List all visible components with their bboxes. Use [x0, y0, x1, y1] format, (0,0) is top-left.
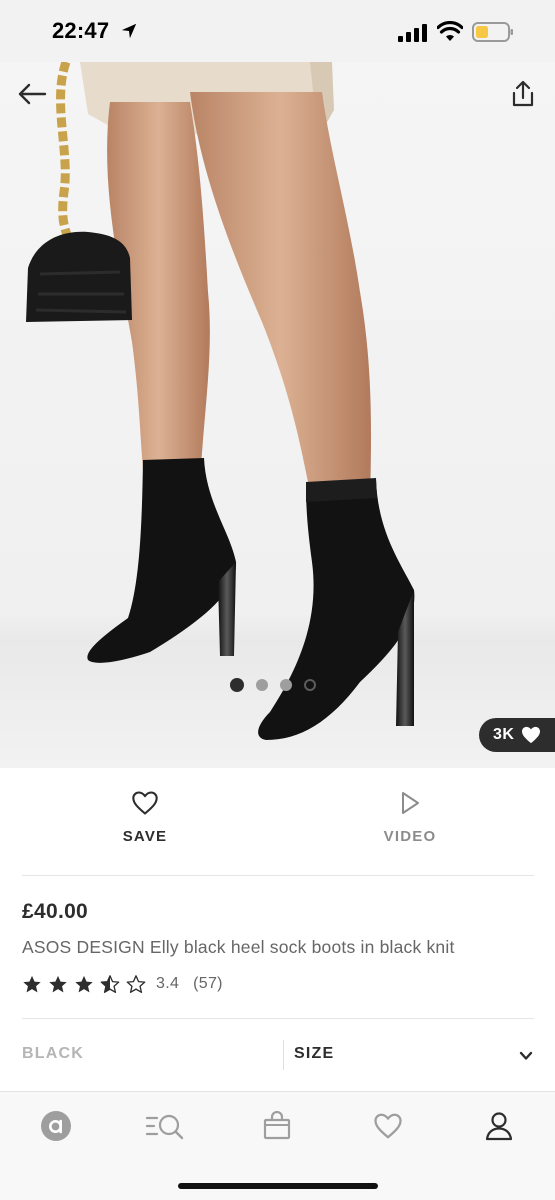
wifi-icon [437, 21, 463, 41]
product-photo [0, 62, 555, 768]
product-rating[interactable]: 3.4 (57) [22, 972, 223, 996]
search-icon [145, 1114, 184, 1140]
gallery-pagination [230, 678, 316, 692]
like-count: 3K [493, 726, 515, 743]
account-icon [485, 1112, 513, 1141]
star-half-icon [100, 974, 120, 993]
heart-outline-icon [132, 791, 158, 815]
share-button[interactable] [505, 76, 541, 112]
tab-account[interactable] [479, 1108, 519, 1144]
product-actions: SAVE VIDEO [0, 768, 555, 876]
rating-count: (57) [193, 975, 223, 992]
tab-bag[interactable] [257, 1108, 297, 1144]
tab-home[interactable] [36, 1108, 76, 1144]
product-image-gallery[interactable]: 3K [0, 62, 555, 768]
gallery-dot[interactable] [230, 678, 244, 692]
status-time: 22:47 [52, 18, 110, 43]
home-icon [41, 1111, 71, 1141]
back-arrow-icon [18, 83, 47, 105]
status-bar: 22:47 [0, 0, 555, 62]
tab-saved[interactable] [368, 1108, 408, 1144]
bag-icon [263, 1111, 291, 1140]
colour-value: BLACK [22, 1045, 84, 1062]
product-price: £40.00 [22, 900, 89, 923]
back-button[interactable] [14, 76, 50, 112]
size-dropdown[interactable]: SIZE [294, 1035, 534, 1077]
star-full-icon [49, 975, 67, 992]
battery-icon [472, 22, 513, 42]
product-title: ASOS DESIGN Elly black heel sock boots i… [22, 937, 455, 957]
gallery-dot-video[interactable] [304, 679, 316, 691]
play-outline-icon [402, 792, 419, 814]
like-count-badge[interactable]: 3K [479, 718, 555, 752]
video-label: VIDEO [383, 828, 437, 845]
saved-icon [374, 1113, 402, 1139]
location-arrow-icon [121, 23, 137, 39]
divider [283, 1040, 284, 1070]
home-indicator [178, 1183, 378, 1189]
divider [22, 875, 534, 876]
size-label: SIZE [294, 1045, 335, 1062]
save-label: SAVE [122, 828, 168, 845]
cellular-signal-icon [398, 24, 427, 42]
share-icon [512, 80, 534, 107]
heart-icon [522, 726, 541, 744]
rating-value: 3.4 [156, 975, 180, 992]
save-button[interactable]: SAVE [85, 790, 205, 845]
video-button[interactable]: VIDEO [350, 790, 470, 845]
gallery-dot[interactable] [280, 679, 292, 691]
tab-search[interactable] [145, 1108, 185, 1144]
star-empty-icon [126, 974, 146, 993]
star-full-icon [23, 975, 41, 992]
rating-stars [22, 974, 146, 994]
chevron-down-icon [519, 1051, 533, 1060]
star-full-icon [75, 975, 93, 992]
variant-selectors: BLACK SIZE [22, 1018, 534, 1091]
gallery-dot[interactable] [256, 679, 268, 691]
